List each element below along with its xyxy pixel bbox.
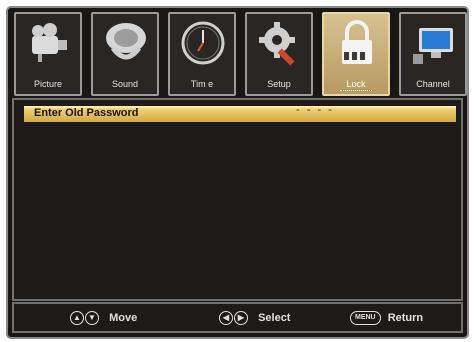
tab-lock[interactable]: Lock [322, 12, 390, 96]
move-hint: ▲ ▼ Move [70, 311, 137, 325]
select-hint: ◀ ▶ Select [219, 311, 290, 325]
tab-time[interactable]: Tim e [168, 12, 236, 96]
tv-monitor-icon [413, 28, 453, 64]
return-label: Return [387, 312, 424, 324]
row-label: Enter Old Password [34, 107, 139, 119]
password-input[interactable]: - - - - [296, 104, 334, 116]
left-arrow-icon: ◀ [219, 311, 233, 325]
menu-tabs: Picture Sound Tim e Setup Lock Channel [14, 12, 467, 98]
padlock-icon [342, 20, 372, 64]
footer-hints: ▲ ▼ Move ◀ ▶ Select MENU Return [12, 302, 463, 333]
tab-sound[interactable]: Sound [91, 12, 159, 96]
move-label: Move [109, 312, 138, 324]
down-arrow-icon: ▼ [85, 311, 99, 325]
settings-panel: Enter Old Password - - - - [12, 98, 463, 301]
camera-icon [32, 23, 67, 62]
tab-channel[interactable]: Channel [399, 12, 467, 96]
active-tab-underline [340, 89, 372, 91]
tab-picture[interactable]: Picture [14, 12, 82, 96]
tab-setup[interactable]: Setup [245, 12, 313, 96]
return-hint: MENU Return [350, 311, 423, 325]
up-arrow-icon: ▲ [70, 311, 84, 325]
tab-label: Sound [111, 79, 139, 89]
tab-label: Picture [33, 79, 62, 89]
menu-key-icon: MENU [350, 311, 381, 325]
clock-icon [181, 21, 225, 65]
tab-label: Lock [346, 79, 366, 89]
osd-menu-screen: Picture Sound Tim e Setup Lock Channel E… [6, 6, 469, 339]
right-arrow-icon: ▶ [234, 311, 248, 325]
tab-label: Setup [267, 79, 291, 89]
gear-wrench-icon [259, 22, 295, 66]
tab-label: Channel [416, 79, 450, 89]
enter-old-password-row[interactable]: Enter Old Password - - - - [24, 104, 456, 122]
select-label: Select [258, 312, 291, 324]
tab-label: Tim e [190, 79, 214, 89]
speaker-icon [106, 23, 146, 60]
